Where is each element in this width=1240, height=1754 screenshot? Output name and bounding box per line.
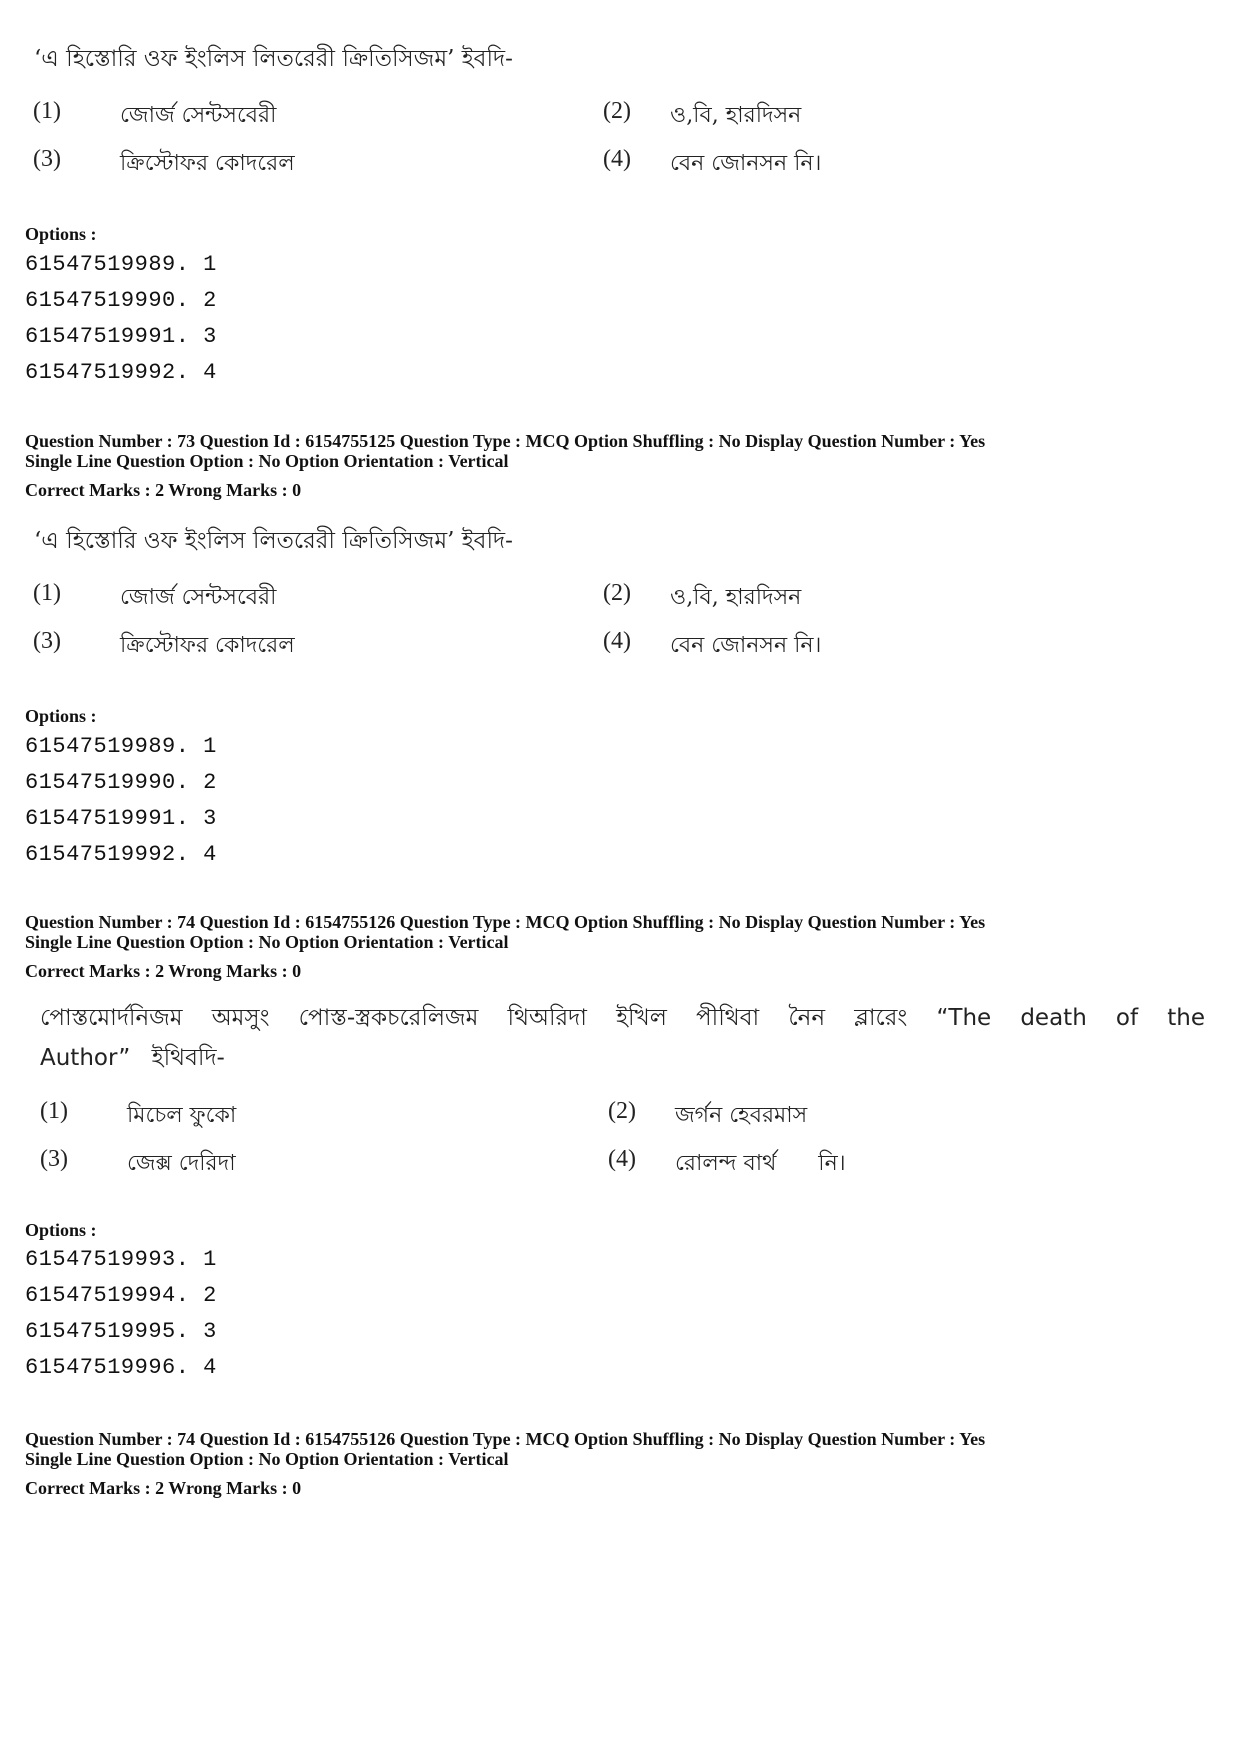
choice-text: বেন জোনসন নি। — [670, 151, 822, 176]
choice-number: (4) — [608, 1146, 636, 1172]
marks-info: Correct Marks : 2 Wrong Marks : 0 — [25, 1478, 302, 1498]
choice-text: ক্রিস্টোফর কোদরেল — [120, 633, 295, 658]
marks-info: Correct Marks : 2 Wrong Marks : 0 — [25, 480, 302, 500]
choice-number: (2) — [608, 1098, 636, 1124]
question-meta: Question Number : 74 Question Id : 61547… — [25, 912, 986, 932]
choice-number: (3) — [33, 628, 61, 654]
option-id: 61547519991. 3 — [25, 324, 217, 349]
question-text: পোস্তমোর্দনিজম অমসুং পোস্ত-স্ত্রকচরেলিজম… — [40, 1005, 1205, 1071]
choice-text: রোলন্দ বার্থ নি। — [675, 1151, 846, 1176]
choice-number: (1) — [33, 98, 61, 124]
choice-text: ও,বি, হারদিসন — [670, 103, 802, 128]
choice-number: (1) — [40, 1098, 68, 1124]
choice-number: (4) — [603, 146, 631, 172]
question-meta: Single Line Question Option : No Option … — [25, 932, 509, 952]
option-id: 61547519990. 2 — [25, 288, 217, 313]
option-id: 61547519991. 3 — [25, 806, 217, 831]
question-meta: Single Line Question Option : No Option … — [25, 1449, 509, 1469]
choice-text: মিচেল ফুকো — [127, 1103, 237, 1128]
choice-text: জোর্জ সেন্টসবেরী — [120, 585, 277, 610]
option-id: 61547519993. 1 — [25, 1247, 217, 1272]
choice-text: জর্গন হেবরমাস — [675, 1103, 808, 1128]
option-id: 61547519992. 4 — [25, 842, 217, 867]
question-meta: Question Number : 74 Question Id : 61547… — [25, 1429, 986, 1449]
options-label: Options : — [25, 224, 97, 244]
option-id: 61547519994. 2 — [25, 1283, 217, 1308]
question-meta: Single Line Question Option : No Option … — [25, 451, 509, 471]
choice-number: (2) — [603, 98, 631, 124]
option-id: 61547519992. 4 — [25, 360, 217, 385]
options-label: Options : — [25, 706, 97, 726]
choice-number: (3) — [40, 1146, 68, 1172]
option-id: 61547519989. 1 — [25, 734, 217, 759]
choice-number: (3) — [33, 146, 61, 172]
option-id: 61547519996. 4 — [25, 1355, 217, 1380]
option-id: 61547519990. 2 — [25, 770, 217, 795]
option-id: 61547519995. 3 — [25, 1319, 217, 1344]
question-text: ‘এ হিস্তোরি ওফ ইংলিস লিতরেরী ক্রিতিসিজম’… — [34, 46, 513, 72]
choice-text: জোর্জ সেন্টসবেরী — [120, 103, 277, 128]
choice-text: জেক্স দেরিদা — [127, 1151, 236, 1176]
question-meta: Question Number : 73 Question Id : 61547… — [25, 431, 986, 451]
marks-info: Correct Marks : 2 Wrong Marks : 0 — [25, 961, 302, 981]
option-id: 61547519989. 1 — [25, 252, 217, 277]
options-label: Options : — [25, 1220, 97, 1240]
question-text: ‘এ হিস্তোরি ওফ ইংলিস লিতরেরী ক্রিতিসিজম’… — [34, 528, 513, 554]
choice-number: (1) — [33, 580, 61, 606]
choice-number: (4) — [603, 628, 631, 654]
choice-text: ও,বি, হারদিসন — [670, 585, 802, 610]
choice-number: (2) — [603, 580, 631, 606]
choice-text: ক্রিস্টোফর কোদরেল — [120, 151, 295, 176]
choice-text: বেন জোনসন নি। — [670, 633, 822, 658]
